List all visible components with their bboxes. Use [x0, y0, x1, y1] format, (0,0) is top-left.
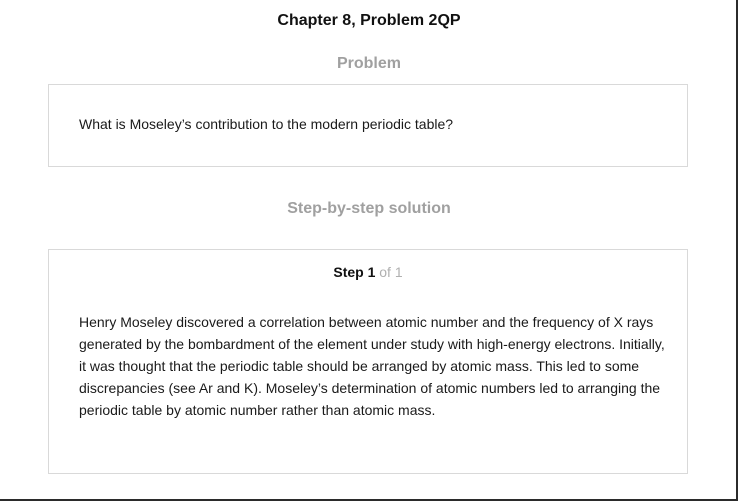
step-count: of 1 [379, 264, 403, 280]
solution-box: Step 1 of 1 Henry Moseley discovered a c… [48, 249, 688, 474]
problem-text: What is Moseley’s contribution to the mo… [79, 116, 454, 132]
problem-box: What is Moseley’s contribution to the mo… [48, 84, 688, 167]
step-text: Henry Moseley discovered a correlation b… [79, 314, 665, 418]
chapter-title: Chapter 8, Problem 2QP [277, 12, 461, 29]
problem-heading: Problem [336, 55, 401, 72]
solution-heading: Step-by-step solution [287, 200, 451, 217]
step-header: Step 1 of 1 [49, 264, 687, 280]
step-label: Step 1 [333, 264, 376, 280]
